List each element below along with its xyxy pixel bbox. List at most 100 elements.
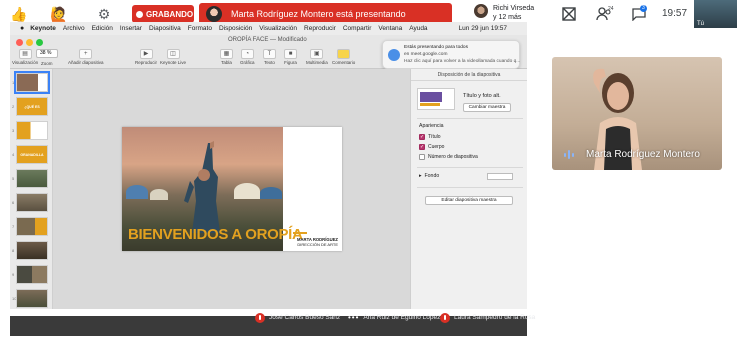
- menu-edicion[interactable]: Edición: [92, 25, 113, 32]
- more-options-icon[interactable]: •••: [348, 313, 359, 322]
- title-checkbox-row[interactable]: ✓ Título: [419, 134, 441, 140]
- people-summary[interactable]: Richi Virseda y 12 más: [493, 4, 534, 22]
- keynote-live-label: Keynote Live: [160, 60, 187, 65]
- menu-ayuda[interactable]: Ayuda: [409, 25, 427, 32]
- slide-number: 1: [12, 80, 15, 85]
- presenting-label: Marta Rodríguez Montero está presentando: [231, 9, 406, 19]
- slide-number: 3: [12, 128, 15, 133]
- menu-formato[interactable]: Formato: [188, 25, 212, 32]
- play-button[interactable]: ▶ Reproducir: [135, 49, 157, 65]
- presenter-avatar: [206, 6, 222, 22]
- window-zoom-button[interactable]: [36, 39, 43, 46]
- settings-gear-icon[interactable]: ⚙: [95, 5, 113, 23]
- slide-thumbnail-image: [16, 169, 48, 188]
- window-close-button[interactable]: [16, 39, 23, 46]
- menu-archivo[interactable]: Archivo: [63, 25, 85, 32]
- people-line-2: y 12 más: [493, 14, 522, 21]
- text-button[interactable]: T Texto: [263, 49, 276, 65]
- recording-dot-icon: [136, 10, 143, 18]
- thumbs-up-reaction-icon[interactable]: 👍: [10, 5, 28, 23]
- layout-grid-icon[interactable]: [560, 5, 578, 23]
- mac-menu-bar: ● Keynote Archivo Edición Insertar Diapo…: [10, 22, 527, 35]
- play-label: Reproducir: [135, 60, 158, 65]
- apple-menu-icon[interactable]: ●: [20, 25, 24, 32]
- slide-thumbnail[interactable]: 9: [12, 265, 52, 285]
- raise-hand-icon[interactable]: 🙋: [50, 5, 68, 23]
- person-figure-icon: [184, 141, 220, 233]
- shape-button[interactable]: ■ Figura: [284, 49, 297, 65]
- media-button[interactable]: ▣ Multimedia: [306, 49, 328, 65]
- menu-visualizacion[interactable]: Visualización: [259, 25, 297, 32]
- slide-thumbnail[interactable]: 8: [12, 241, 52, 261]
- slide-title[interactable]: BIENVENIDOS A OROPÍA: [128, 226, 303, 243]
- slide-thumbnail-image: [14, 71, 50, 94]
- menu-compartir[interactable]: Compartir: [343, 25, 372, 32]
- slide-thumbnail[interactable]: 10: [12, 289, 52, 309]
- self-view-thumbnail[interactable]: Tú: [694, 0, 737, 28]
- chart-button[interactable]: ◔ Gráfica: [240, 49, 255, 65]
- change-master-button[interactable]: Cambiar maestra: [463, 103, 511, 112]
- slide-thumbnail[interactable]: 1: [12, 71, 52, 94]
- presenter-video-tile[interactable]: Marta Rodríguez Montero: [552, 57, 722, 170]
- menu-ventana[interactable]: Ventana: [378, 25, 402, 32]
- recording-indicator[interactable]: GRABANDO: [132, 5, 194, 23]
- slide-number-checkbox-row[interactable]: Número de diapositiva: [419, 154, 478, 160]
- window-minimize-button[interactable]: [26, 39, 33, 46]
- comment-button[interactable]: Comentario: [332, 49, 355, 65]
- comment-label: Comentario: [332, 60, 356, 65]
- zoom-label: Zoom: [41, 61, 53, 66]
- shared-screen: ● Keynote Archivo Edición Insertar Diapo…: [10, 22, 527, 336]
- slide-thumbnail[interactable]: 2 ¿QUÉ ES OROPÍA?: [12, 97, 52, 128]
- body-checkbox[interactable]: ✓: [419, 144, 425, 150]
- slide-thumbnail-image: [16, 217, 48, 236]
- participant-chip[interactable]: ••• Ana Ruiz de Eguino López: [348, 311, 440, 324]
- menu-insertar[interactable]: Insertar: [120, 25, 142, 32]
- slide-number-checkbox[interactable]: [419, 154, 425, 160]
- edit-master-button[interactable]: Editar diapositiva maestra: [425, 196, 513, 205]
- participant-chip[interactable]: José Carlos Bueso Sanz: [255, 311, 340, 324]
- menu-reproducir[interactable]: Reproducir: [304, 25, 336, 32]
- layout-name: Título y foto alt.: [463, 93, 501, 99]
- body-checkbox-row[interactable]: ✓ Cuerpo: [419, 144, 444, 150]
- slide-thumbnail-image: GRANADILLA: [16, 145, 48, 164]
- menu-keynote[interactable]: Keynote: [30, 25, 56, 32]
- text-icon: T: [263, 49, 276, 59]
- zoom-select[interactable]: 38 %: [36, 49, 58, 58]
- text-label: Texto: [264, 60, 275, 65]
- slide-thumbnail-image: [16, 289, 48, 308]
- table-button[interactable]: ▦ Tabla: [220, 49, 233, 65]
- slide-thumbnail[interactable]: 4 GRANADILLA: [12, 145, 52, 165]
- slide-thumbnail[interactable]: 3: [12, 121, 52, 141]
- notification-line-1: Estás presentando para todos: [404, 45, 469, 50]
- view-button[interactable]: ▤ Visualización: [12, 49, 38, 65]
- menu-diapositiva[interactable]: Diapositiva: [149, 25, 181, 32]
- shape-label: Figura: [284, 60, 297, 65]
- plus-icon: +: [79, 49, 93, 59]
- slide-canvas[interactable]: BIENVENIDOS A OROPÍA MARTA RODRÍGUEZ DIR…: [53, 69, 410, 309]
- slide-thumbnail[interactable]: 6: [12, 193, 52, 213]
- title-checkbox[interactable]: ✓: [419, 134, 425, 140]
- slide-thumbnail-image: [16, 121, 48, 140]
- background-row[interactable]: ▸ Fondo: [419, 173, 439, 179]
- mic-off-icon: [255, 312, 265, 323]
- self-view-label: Tú: [697, 21, 705, 27]
- slide-author-role[interactable]: DIRECCIÓN DE ARTE: [286, 242, 338, 247]
- notification-line-2: en meet.google.com: [404, 52, 448, 57]
- participant-name: Laura Sampedro de la Rosa: [454, 314, 536, 321]
- current-slide[interactable]: BIENVENIDOS A OROPÍA MARTA RODRÍGUEZ DIR…: [122, 127, 342, 251]
- media-label: Multimedia: [306, 60, 328, 65]
- add-slide-label: Añadir diapositiva: [68, 60, 104, 65]
- participant-chip[interactable]: Laura Sampedro de la Rosa: [440, 311, 535, 324]
- add-slide-button[interactable]: + Añadir diapositiva: [68, 49, 104, 65]
- presenting-notification[interactable]: Estás presentando para todos en meet.goo…: [382, 40, 520, 69]
- slide-thumbnail-image: [16, 241, 48, 260]
- title-checkbox-label: Título: [428, 134, 441, 140]
- slide-number-checkbox-label: Número de diapositiva: [428, 154, 478, 160]
- slide-thumbnail[interactable]: 7: [12, 217, 52, 237]
- divider: [417, 118, 523, 119]
- background-label: Fondo: [424, 173, 440, 179]
- background-color-well[interactable]: [487, 173, 513, 180]
- slide-thumbnail[interactable]: 5: [12, 169, 52, 189]
- menu-disposicion[interactable]: Disposición: [219, 25, 252, 32]
- keynote-live-button[interactable]: ◫ Keynote Live: [160, 49, 186, 65]
